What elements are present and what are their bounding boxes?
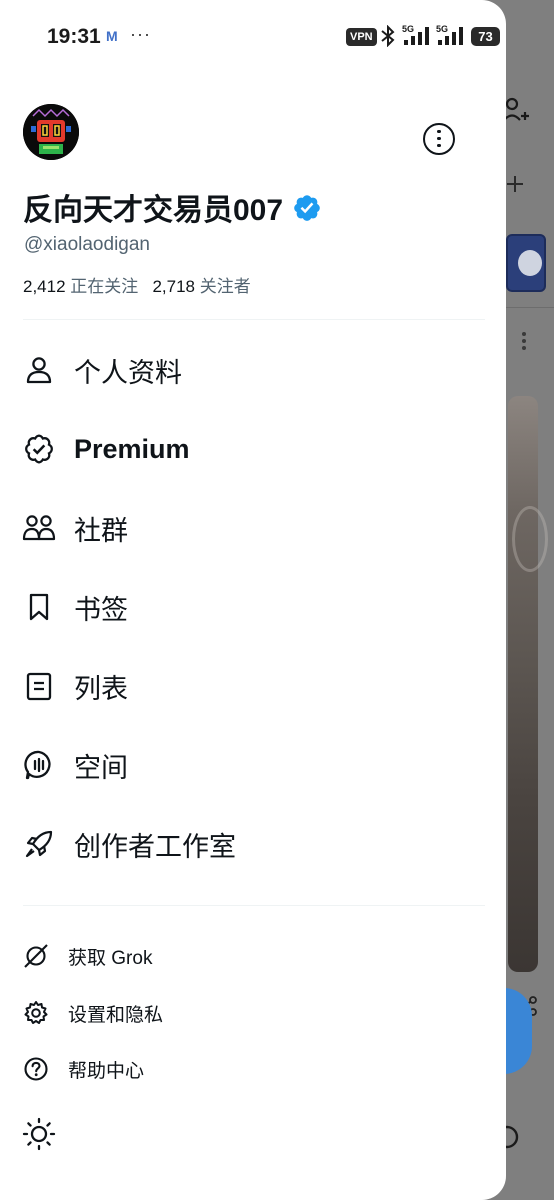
follow-stats: 2,412 正在关注 2,718 关注者 <box>23 272 251 297</box>
menu-item-label: 帮助中心 <box>68 1060 145 1082</box>
menu-item-label: 创作者工作室 <box>74 831 236 862</box>
followers-link[interactable]: 2,718 关注者 <box>152 277 250 296</box>
menu-item-label: 社群 <box>74 515 128 546</box>
signal-icon-2: 5G <box>436 24 468 51</box>
communities-icon <box>22 511 56 545</box>
menu-item-label: 个人资料 <box>74 357 182 388</box>
profile-handle: @xiaolaodigan <box>24 234 150 255</box>
menu-item-bookmarks[interactable]: 书签 <box>22 583 128 631</box>
account-switcher-button[interactable] <box>423 123 455 155</box>
verified-icon <box>294 195 320 221</box>
profile-display-name[interactable]: 反向天才交易员007 <box>23 185 322 229</box>
menu-item-label: 空间 <box>74 752 128 783</box>
menu-item-profile[interactable]: 个人资料 <box>22 346 182 394</box>
sun-icon <box>22 1117 56 1151</box>
avatar-robot-icon <box>23 104 79 160</box>
display-name-text: 反向天才交易员007 <box>23 194 284 227</box>
bluetooth-icon <box>381 25 395 47</box>
menu-item-lists[interactable]: 列表 <box>22 662 128 710</box>
avatar[interactable] <box>23 104 79 160</box>
feed-avatar <box>506 234 546 292</box>
menu-item-creator-studio[interactable]: 创作者工作室 <box>22 820 236 868</box>
rocket-icon <box>22 827 56 861</box>
divider <box>23 319 485 320</box>
menu-item-grok[interactable]: 获取 Grok <box>22 938 152 974</box>
menu-item-label: Premium <box>74 433 190 464</box>
feed-photo <box>508 396 548 972</box>
menu-item-premium[interactable]: Premium <box>22 425 190 473</box>
battery-indicator: 73 <box>471 27 500 46</box>
plus-icon <box>507 176 523 192</box>
menu-item-communities[interactable]: 社群 <box>22 504 128 552</box>
menu-item-spaces[interactable]: 空间 <box>22 741 128 789</box>
menu-item-label: 书签 <box>74 594 128 625</box>
following-count: 2,412 <box>23 277 66 296</box>
gear-icon <box>22 999 50 1027</box>
spaces-icon <box>22 748 56 782</box>
mail-notification-icon: M <box>106 28 118 44</box>
verified-badge-icon <box>22 432 56 466</box>
following-label: 正在关注 <box>70 277 139 296</box>
help-icon <box>22 1055 50 1083</box>
grok-icon <box>22 942 50 970</box>
menu-item-settings[interactable]: 设置和隐私 <box>22 995 163 1031</box>
list-icon <box>22 669 56 703</box>
person-icon <box>22 353 56 387</box>
navigation-drawer: 19:31 M ··· VPN 5G 5G 73 反向天才交易员007 @xia… <box>0 0 506 1200</box>
followers-label: 关注者 <box>199 277 251 296</box>
vpn-badge: VPN <box>346 28 377 46</box>
menu-item-label: 列表 <box>74 673 128 704</box>
signal-icon: 5G <box>402 24 434 51</box>
following-link[interactable]: 2,412 正在关注 <box>23 277 138 296</box>
theme-toggle-button[interactable] <box>22 1117 56 1151</box>
menu-item-label: 获取 Grok <box>68 947 153 969</box>
menu-item-help[interactable]: 帮助中心 <box>22 1051 144 1087</box>
followers-count: 2,718 <box>152 277 195 296</box>
add-account-icon <box>504 97 529 121</box>
more-vertical-icon <box>522 332 526 350</box>
bookmark-icon <box>22 590 56 624</box>
status-bar: 19:31 M ··· VPN 5G 5G 73 <box>0 0 506 70</box>
menu-item-label: 设置和隐私 <box>68 1004 164 1026</box>
status-time: 19:31 <box>47 25 101 48</box>
feed-divider <box>506 307 554 308</box>
divider <box>23 905 485 906</box>
more-notifications-icon: ··· <box>130 24 151 44</box>
screen: 19:31 M ··· VPN 5G 5G 73 反向天才交易员007 @xia… <box>0 0 554 1200</box>
